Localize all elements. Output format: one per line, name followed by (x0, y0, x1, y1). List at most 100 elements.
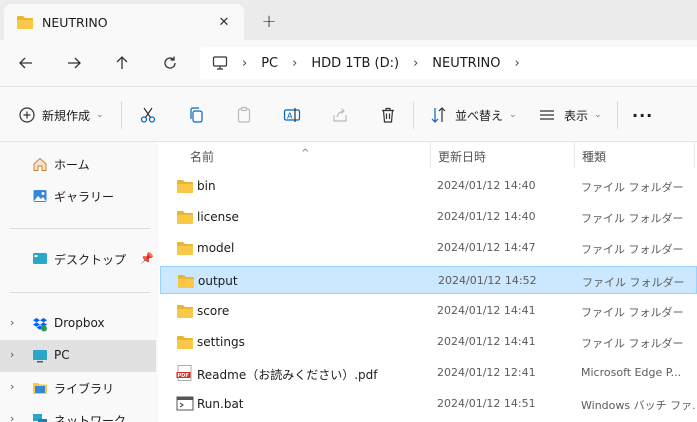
column-header-type[interactable]: 種類 (582, 148, 606, 165)
file-modified-date: 2024/01/12 14:52 (438, 273, 537, 287)
chevron-right-icon[interactable]: › (10, 380, 14, 393)
view-button[interactable]: 表示 ⌄ (538, 103, 602, 127)
chevron-right-icon[interactable]: › (10, 316, 14, 329)
sidebar-divider (10, 228, 150, 229)
chevron-right-icon[interactable]: › (514, 56, 519, 71)
chevron-down-icon: ⌄ (509, 110, 517, 120)
sidebar-item-dropbox[interactable]: › Dropbox (0, 308, 156, 340)
chevron-right-icon[interactable]: › (10, 412, 14, 422)
folder-icon (17, 16, 33, 29)
breadcrumb-neutrino[interactable]: NEUTRINO (432, 56, 500, 71)
tab-title: NEUTRINO (42, 14, 108, 30)
sidebar-item-pc[interactable]: › PC (0, 340, 156, 372)
column-divider[interactable] (574, 142, 575, 168)
column-header-date[interactable]: 更新日時 (438, 148, 486, 165)
pdf-icon: PDF (176, 365, 194, 382)
file-type: Microsoft Edge P... (581, 366, 682, 380)
scissors-icon (140, 107, 156, 123)
sidebar-item-label: ネットワーク (54, 414, 127, 422)
file-modified-date: 2024/01/12 14:41 (437, 303, 536, 317)
back-button[interactable] (13, 50, 39, 76)
new-tab-button[interactable]: + (258, 10, 280, 32)
tab-neutrino[interactable]: NEUTRINO ✕ (4, 4, 244, 40)
chevron-right-icon[interactable]: › (10, 348, 14, 361)
chevron-right-icon: › (242, 55, 248, 71)
cut-button[interactable] (136, 103, 160, 127)
pin-icon[interactable]: 📌 (140, 252, 154, 265)
toolbar-divider (121, 101, 122, 129)
file-modified-date: 2024/01/12 14:47 (437, 241, 536, 255)
chevron-right-icon: › (413, 55, 419, 71)
chevron-down-icon: ⌄ (594, 110, 602, 120)
breadcrumb-pc[interactable]: PC (261, 56, 278, 71)
share-button[interactable] (328, 103, 352, 127)
folder-icon (176, 240, 194, 256)
address-bar[interactable]: › PC › HDD 1TB (D:) › NEUTRINO › (200, 47, 697, 79)
monitor-icon (33, 350, 47, 363)
file-type: ファイル フォルダー (581, 337, 684, 350)
network-icon (33, 414, 47, 422)
view-label: 表示 (564, 108, 589, 123)
file-type: ファイル フォルダー (582, 275, 685, 289)
rename-icon: A (283, 108, 301, 122)
sort-button[interactable]: 並べ替え ⌄ (430, 103, 517, 127)
new-button[interactable]: 新規作成 ⌄ (18, 103, 104, 127)
file-type: ファイル フォルダー (581, 243, 684, 257)
column-divider[interactable] (430, 142, 431, 168)
folder-icon (177, 273, 195, 289)
folder-icon (176, 178, 194, 194)
column-header-name[interactable]: 名前 (190, 148, 214, 165)
sort-label: 並べ替え (455, 108, 504, 123)
sidebar-item-label: ギャラリー (54, 190, 115, 204)
clipboard-icon (237, 106, 251, 123)
share-icon (333, 108, 347, 122)
navigation-pane: ホーム ギャラリー デスクトップ 📌 › Dropbox › PC › ライブラ… (0, 142, 158, 422)
sidebar-item-gallery[interactable]: ギャラリー (0, 180, 156, 212)
desktop-icon (33, 253, 47, 264)
file-row[interactable]: bin 2024/01/12 14:40 ファイル フォルダー (160, 172, 697, 200)
file-row[interactable]: model 2024/01/12 14:47 ファイル フォルダー (160, 234, 697, 262)
file-row[interactable]: settings 2024/01/12 14:41 ファイル フォルダー (160, 328, 697, 356)
file-row[interactable]: license 2024/01/12 14:40 ファイル フォルダー (160, 203, 697, 231)
dropbox-icon (33, 318, 47, 332)
forward-button[interactable] (61, 50, 87, 76)
sidebar-item-label: ホーム (54, 158, 90, 172)
sidebar-item-home[interactable]: ホーム (0, 148, 156, 180)
file-row[interactable]: score 2024/01/12 14:41 ファイル フォルダー (160, 297, 697, 325)
file-row[interactable]: output 2024/01/12 14:52 ファイル フォルダー (160, 265, 697, 294)
svg-text:A: A (287, 112, 293, 121)
column-divider[interactable] (694, 142, 695, 168)
arrow-up-icon (116, 56, 128, 69)
paste-button[interactable] (232, 103, 256, 127)
trash-icon (382, 107, 394, 123)
file-row[interactable]: Run.bat 2024/01/12 14:51 Windows バッチ ファ... (160, 390, 697, 418)
refresh-icon (164, 56, 176, 69)
sort-icon (431, 107, 446, 123)
file-modified-date: 2024/01/12 14:40 (437, 210, 536, 224)
copy-button[interactable] (184, 103, 208, 127)
file-type: ファイル フォルダー (581, 305, 684, 319)
library-icon (33, 383, 47, 394)
sidebar-divider (10, 292, 150, 293)
rename-button[interactable]: A (280, 103, 304, 127)
column-header-row: ^ 名前 更新日時 種類 (158, 142, 697, 168)
file-name: model (197, 241, 235, 256)
sidebar-item-network[interactable]: › ネットワーク (0, 404, 156, 422)
sidebar-item-desktop[interactable]: デスクトップ 📌 (0, 243, 156, 275)
file-modified-date: 2024/01/12 14:41 (437, 335, 536, 348)
breadcrumb-drive[interactable]: HDD 1TB (D:) (311, 56, 399, 71)
refresh-button[interactable] (157, 50, 183, 76)
bat-icon (176, 396, 194, 412)
more-options-button[interactable]: ··· (632, 103, 653, 127)
close-tab-button[interactable]: ✕ (214, 12, 234, 32)
plus-circle-icon (19, 107, 35, 123)
up-button[interactable] (109, 50, 135, 76)
file-type: ファイル フォルダー (581, 212, 684, 226)
toolbar-divider (617, 101, 618, 129)
file-row[interactable]: PDF Readme（お読みください）.pdf 2024/01/12 12:41 Mi… (160, 359, 697, 387)
monitor-icon (212, 56, 228, 70)
view-list-icon (540, 110, 554, 120)
file-name: score (197, 303, 230, 318)
sidebar-item-library[interactable]: › ライブラリ (0, 372, 156, 404)
delete-button[interactable] (376, 103, 400, 127)
